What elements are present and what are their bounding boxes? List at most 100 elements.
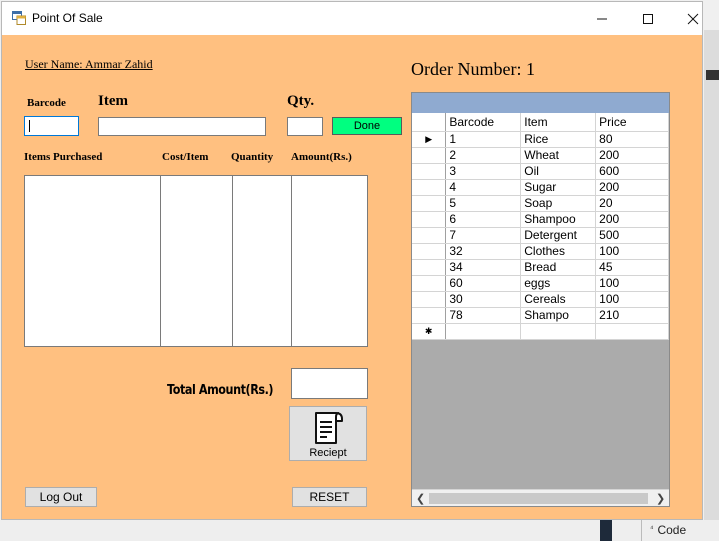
grid-row[interactable]: 7 Detergent 500 [412, 227, 669, 244]
grid-cell[interactable]: 210 [595, 307, 669, 324]
grid-row[interactable]: 4 Sugar 200 [412, 179, 669, 196]
grid-new-cell[interactable] [520, 323, 597, 340]
products-grid[interactable]: Barcode Item Price ▶ 1 Rice 80 2 Wheat 200 3 Oil 600… [411, 92, 670, 507]
grid-new-cell[interactable] [445, 323, 522, 340]
grid-cell[interactable]: 60 [445, 275, 522, 292]
grid-cell[interactable]: Wheat [520, 147, 597, 164]
grid-cell[interactable]: Cereals [520, 291, 597, 308]
amount-list[interactable] [291, 175, 368, 347]
row-header[interactable] [412, 195, 447, 212]
receipt-button[interactable]: Reciept [289, 406, 367, 461]
grid-cell[interactable]: 45 [595, 259, 669, 276]
logout-button[interactable]: Log Out [25, 487, 97, 507]
barcode-label: Barcode [27, 97, 66, 109]
grid-row[interactable]: 34 Bread 45 [412, 259, 669, 276]
scroll-left-icon[interactable]: ❮ [416, 492, 425, 505]
form-client-area: User Name: Ammar Zahid Order Number: 1 B… [2, 35, 702, 519]
grid-cell[interactable]: 6 [445, 211, 522, 228]
grid-cell[interactable]: Sugar [520, 179, 597, 196]
row-header[interactable] [412, 259, 447, 276]
row-header[interactable] [412, 179, 447, 196]
grid-cell[interactable]: 3 [445, 163, 522, 180]
row-header[interactable] [412, 227, 447, 244]
text-caret [29, 120, 30, 132]
grid-column-header[interactable]: Price [595, 113, 669, 132]
grid-cell[interactable]: Detergent [520, 227, 597, 244]
grid-cell[interactable]: 32 [445, 243, 522, 260]
grid-cell[interactable]: 200 [595, 211, 669, 228]
grid-row[interactable]: ▶ 1 Rice 80 [412, 131, 669, 148]
grid-cell[interactable]: 4 [445, 179, 522, 196]
qty-label: Qty. [287, 93, 315, 109]
barcode-input[interactable] [24, 116, 79, 136]
code-tab[interactable]: ⁴ Code [641, 520, 719, 541]
grid-row[interactable]: 5 Soap 20 [412, 195, 669, 212]
grid-cell[interactable]: 500 [595, 227, 669, 244]
grid-cell[interactable]: Soap [520, 195, 597, 212]
reset-button[interactable]: RESET [292, 487, 367, 507]
items-purchased-list[interactable] [24, 175, 162, 347]
grid-row[interactable]: 60 eggs 100 [412, 275, 669, 292]
title-bar[interactable]: Point Of Sale [2, 2, 702, 35]
grid-cell[interactable]: 200 [595, 179, 669, 196]
grid-caption-band [412, 93, 669, 113]
grid-cell[interactable]: Shampo [520, 307, 597, 324]
grid-row[interactable]: 6 Shampoo 200 [412, 211, 669, 228]
grid-row[interactable]: 2 Wheat 200 [412, 147, 669, 164]
grid-cell[interactable]: 5 [445, 195, 522, 212]
total-amount-input[interactable] [291, 368, 368, 399]
item-label: Item [98, 93, 128, 109]
grid-cell[interactable]: 80 [595, 131, 669, 148]
grid-cell[interactable]: Clothes [520, 243, 597, 260]
grid-cell[interactable]: Rice [520, 131, 597, 148]
current-row-indicator-icon[interactable]: ▶ [412, 131, 447, 148]
quantity-list[interactable] [232, 175, 293, 347]
grid-row[interactable]: 30 Cereals 100 [412, 291, 669, 308]
qty-input[interactable] [287, 117, 323, 136]
grid-cell[interactable]: 34 [445, 259, 522, 276]
quantity-header: Quantity [231, 151, 274, 163]
grid-cell[interactable]: 78 [445, 307, 522, 324]
grid-cell[interactable]: 7 [445, 227, 522, 244]
grid-row[interactable]: 3 Oil 600 [412, 163, 669, 180]
grid-column-header[interactable]: Item [520, 113, 597, 132]
grid-new-row[interactable]: ✱ [412, 323, 669, 340]
grid-cell[interactable]: eggs [520, 275, 597, 292]
done-button[interactable]: Done [332, 117, 402, 135]
row-header[interactable] [412, 211, 447, 228]
grid-cell[interactable]: Oil [520, 163, 597, 180]
row-header-corner[interactable] [412, 113, 447, 132]
new-row-asterisk-icon[interactable]: ✱ [412, 323, 447, 340]
background-dark-block [600, 520, 612, 541]
grid-horizontal-scrollbar[interactable]: ❮ ❯ [412, 489, 669, 506]
grid-new-cell[interactable] [595, 323, 669, 340]
grid-row[interactable]: 78 Shampo 210 [412, 307, 669, 324]
row-header[interactable] [412, 307, 447, 324]
grid-cell[interactable]: 20 [595, 195, 669, 212]
minimize-button[interactable] [579, 2, 625, 35]
grid-cell[interactable]: 200 [595, 147, 669, 164]
scrollbar-thumb[interactable] [429, 493, 648, 504]
cost-per-item-list[interactable] [160, 175, 234, 347]
row-header[interactable] [412, 163, 447, 180]
grid-cell[interactable]: 100 [595, 291, 669, 308]
item-input[interactable] [98, 117, 266, 136]
grid-cell[interactable]: 600 [595, 163, 669, 180]
grid-cell[interactable]: Shampoo [520, 211, 597, 228]
row-header[interactable] [412, 243, 447, 260]
row-header[interactable] [412, 147, 447, 164]
grid-cell[interactable]: 1 [445, 131, 522, 148]
grid-cell[interactable]: 2 [445, 147, 522, 164]
scroll-right-icon[interactable]: ❯ [656, 492, 665, 505]
grid-column-header[interactable]: Barcode [445, 113, 522, 132]
grid-cell[interactable]: 100 [595, 243, 669, 260]
grid-row[interactable]: 32 Clothes 100 [412, 243, 669, 260]
products-table: Barcode Item Price ▶ 1 Rice 80 2 Wheat 200 3 Oil 600… [412, 113, 669, 340]
grid-cell[interactable]: Bread [520, 259, 597, 276]
close-button[interactable] [670, 2, 716, 35]
row-header[interactable] [412, 275, 447, 292]
grid-cell[interactable]: 30 [445, 291, 522, 308]
row-header[interactable] [412, 291, 447, 308]
maximize-button[interactable] [625, 2, 671, 35]
grid-cell[interactable]: 100 [595, 275, 669, 292]
